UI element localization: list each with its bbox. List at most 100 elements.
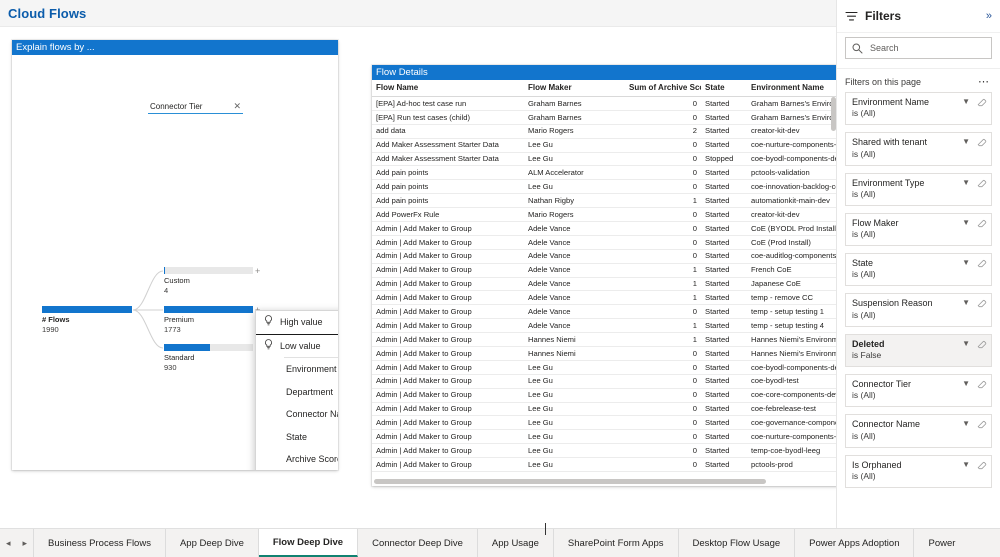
table-row[interactable]: Admin | Add Maker to GroupHannes Niemi1S… bbox=[372, 333, 838, 347]
page-tab-flow-deep-dive[interactable]: Flow Deep Dive bbox=[259, 529, 358, 557]
chevron-down-icon[interactable]: ▼ bbox=[962, 380, 970, 388]
menu-item-environment-name[interactable]: Environment Name bbox=[256, 358, 338, 381]
menu-item-low-value[interactable]: Low value bbox=[256, 335, 338, 358]
clear-filter-icon[interactable] bbox=[977, 298, 987, 308]
cell-flow-maker: Lee Gu bbox=[524, 416, 625, 430]
clear-filter-icon[interactable] bbox=[977, 379, 987, 389]
table-row[interactable]: Admin | Add Maker to GroupLee Gu0Started… bbox=[372, 374, 838, 388]
table-row[interactable]: [EPA] Run test cases (child)Graham Barne… bbox=[372, 110, 838, 124]
filter-card-connector-tier[interactable]: Connector Tieris (All)▼ bbox=[845, 374, 992, 407]
table-row[interactable]: Add PowerFx RuleMario Rogers0Startedcrea… bbox=[372, 208, 838, 222]
clear-filter-icon[interactable] bbox=[977, 178, 987, 188]
tree-node-premium[interactable]: Premium 1773 bbox=[164, 306, 253, 335]
chevron-down-icon[interactable]: ▼ bbox=[962, 259, 970, 267]
clear-filter-icon[interactable] bbox=[977, 339, 987, 349]
column-header-flow-name[interactable]: Flow Name bbox=[372, 80, 524, 97]
column-header-sum-of-archive-score[interactable]: Sum of Archive Score bbox=[625, 80, 701, 97]
filter-card-suspension-reason[interactable]: Suspension Reasonis (All)▼ bbox=[845, 293, 992, 326]
table-row[interactable]: Add Maker Assessment Starter DataLee Gu0… bbox=[372, 138, 838, 152]
chevron-down-icon[interactable]: ▼ bbox=[962, 340, 970, 348]
filter-card-environment-name[interactable]: Environment Nameis (All)▼ bbox=[845, 92, 992, 125]
table-row[interactable]: Admin | Add Maker to GroupAdele Vance1St… bbox=[372, 263, 838, 277]
filter-card-connector-name[interactable]: Connector Nameis (All)▼ bbox=[845, 414, 992, 447]
filters-search-box[interactable] bbox=[845, 37, 992, 59]
ellipsis-icon[interactable]: ⋯ bbox=[978, 79, 990, 86]
filter-card-state[interactable]: Stateis (All)▼ bbox=[845, 253, 992, 286]
table-row[interactable]: Admin | Add Maker to GroupAdele Vance1St… bbox=[372, 319, 838, 333]
explain-by-context-menu[interactable]: High value Low value Environment Name bbox=[255, 310, 338, 470]
close-icon[interactable]: ✕ bbox=[233, 102, 241, 111]
chevron-down-icon[interactable]: ▼ bbox=[962, 420, 970, 428]
chevron-down-icon[interactable]: ▼ bbox=[962, 138, 970, 146]
filter-card-shared-with-tenant[interactable]: Shared with tenantis (All)▼ bbox=[845, 132, 992, 165]
table-row[interactable]: Admin | Add Maker to GroupLee Gu0Started… bbox=[372, 430, 838, 444]
tree-node-custom[interactable]: Custom 4 bbox=[164, 267, 253, 296]
clear-filter-icon[interactable] bbox=[977, 137, 987, 147]
table-row[interactable]: Admin | Add Maker to GroupLee Gu0Started… bbox=[372, 416, 838, 430]
table-row[interactable]: Admin | Add Maker to GroupAdele Vance0St… bbox=[372, 249, 838, 263]
tree-node-root[interactable]: # Flows 1990 bbox=[42, 306, 132, 335]
page-tab-desktop-flow-usage[interactable]: Desktop Flow Usage bbox=[679, 529, 796, 557]
table-row[interactable]: Admin | Add Maker to GroupLee Gu0Started… bbox=[372, 444, 838, 458]
table-row[interactable]: Add Maker Assessment Starter DataLee Gu0… bbox=[372, 152, 838, 166]
menu-item-department[interactable]: Department bbox=[256, 381, 338, 404]
menu-item-archive-score[interactable]: Archive Score bbox=[256, 448, 338, 470]
table-row[interactable]: Admin | Add Maker to GroupLee Gu0Started… bbox=[372, 458, 838, 472]
clear-filter-icon[interactable] bbox=[977, 258, 987, 268]
clear-filter-icon[interactable] bbox=[977, 419, 987, 429]
scrollbar-thumb[interactable] bbox=[374, 479, 766, 484]
tree-node-standard[interactable]: Standard 930 bbox=[164, 344, 253, 373]
menu-item-state[interactable]: State bbox=[256, 426, 338, 449]
page-tab-power-apps-adoption[interactable]: Power Apps Adoption bbox=[795, 529, 914, 557]
table-horizontal-scrollbar[interactable] bbox=[374, 479, 814, 484]
page-tab-connector-deep-dive[interactable]: Connector Deep Dive bbox=[358, 529, 478, 557]
decomposition-tree-visual[interactable]: Explain flows by ... Connector Tier ✕ bbox=[12, 40, 338, 470]
table-row[interactable]: Admin | Add Maker to GroupAdele Vance1St… bbox=[372, 277, 838, 291]
table-row[interactable]: Admin | Add Maker to GroupLee Gu0Started… bbox=[372, 402, 838, 416]
clear-filter-icon[interactable] bbox=[977, 97, 987, 107]
flow-details-body[interactable]: Flow Name Flow Maker Sum of Archive Scor… bbox=[372, 80, 838, 486]
chevron-down-icon[interactable]: ▼ bbox=[962, 461, 970, 469]
filter-card-environment-type[interactable]: Environment Typeis (All)▼ bbox=[845, 173, 992, 206]
table-row[interactable]: Add pain pointsNathan Rigby1Startedautom… bbox=[372, 194, 838, 208]
table-row[interactable]: Admin | Add Maker to GroupAdele Vance1St… bbox=[372, 291, 838, 305]
decomposition-tree-body[interactable]: Connector Tier ✕ # Flows 1990 Cust bbox=[12, 55, 338, 470]
table-row[interactable]: add dataMario Rogers2Startedcreator-kit-… bbox=[372, 124, 838, 138]
menu-item-connector-name[interactable]: Connector Name bbox=[256, 403, 338, 426]
chevron-down-icon[interactable]: ▼ bbox=[962, 219, 970, 227]
chevron-down-icon[interactable]: ▼ bbox=[962, 98, 970, 106]
page-tab-app-usage[interactable]: App Usage bbox=[478, 529, 554, 557]
clear-filter-icon[interactable] bbox=[977, 218, 987, 228]
table-row[interactable]: Admin | Add Maker to GroupAdele Vance0St… bbox=[372, 235, 838, 249]
page-tab-power[interactable]: Power bbox=[914, 529, 969, 557]
table-row[interactable]: Admin | Add Maker to GroupAdele Vance0St… bbox=[372, 222, 838, 236]
flow-details-table-visual[interactable]: Flow Details Flow Name Flow Maker Sum of… bbox=[372, 65, 838, 486]
column-header-flow-maker[interactable]: Flow Maker bbox=[524, 80, 625, 97]
page-tab-business-process-flows[interactable]: Business Process Flows bbox=[34, 529, 166, 557]
caret-right-icon[interactable]: ▸ bbox=[22, 538, 27, 549]
cell-flow-maker: Lee Gu bbox=[524, 374, 625, 388]
chevron-down-icon[interactable]: ▼ bbox=[962, 299, 970, 307]
table-row[interactable]: Add pain pointsLee Gu0Startedcoe-innovat… bbox=[372, 180, 838, 194]
column-header-state[interactable]: State bbox=[701, 80, 747, 97]
tree-level-chip-connector-tier[interactable]: Connector Tier ✕ bbox=[148, 99, 243, 114]
plus-icon[interactable]: + bbox=[255, 267, 260, 276]
chevron-double-right-icon[interactable]: » bbox=[986, 10, 992, 22]
chevron-down-icon[interactable]: ▼ bbox=[962, 179, 970, 187]
filter-card-is-orphaned[interactable]: Is Orphanedis (All)▼ bbox=[845, 455, 992, 488]
table-row[interactable]: Admin | Add Maker to GroupLee Gu0Started… bbox=[372, 360, 838, 374]
filters-search-input[interactable] bbox=[870, 43, 987, 53]
page-tab-sharepoint-form-apps[interactable]: SharePoint Form Apps bbox=[554, 529, 679, 557]
page-tab-app-deep-dive[interactable]: App Deep Dive bbox=[166, 529, 259, 557]
filter-card-flow-maker[interactable]: Flow Makeris (All)▼ bbox=[845, 213, 992, 246]
menu-item-high-value[interactable]: High value bbox=[256, 311, 338, 334]
table-row[interactable]: Add pain pointsALM Accelerator0Startedpc… bbox=[372, 166, 838, 180]
caret-left-icon[interactable]: ◂ bbox=[6, 538, 11, 549]
column-header-environment-name[interactable]: Environment Name bbox=[747, 80, 838, 97]
table-row[interactable]: Admin | Add Maker to GroupLee Gu0Started… bbox=[372, 388, 838, 402]
clear-filter-icon[interactable] bbox=[977, 460, 987, 470]
table-row[interactable]: [EPA] Ad-hoc test case runGraham Barnes0… bbox=[372, 97, 838, 111]
table-row[interactable]: Admin | Add Maker to GroupAdele Vance0St… bbox=[372, 305, 838, 319]
filter-card-deleted[interactable]: Deletedis False▼ bbox=[845, 334, 992, 367]
table-row[interactable]: Admin | Add Maker to GroupHannes Niemi0S… bbox=[372, 347, 838, 361]
